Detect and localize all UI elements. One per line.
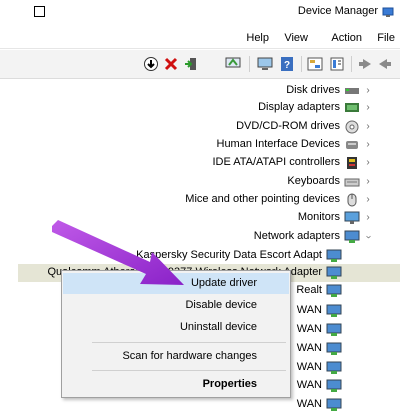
menu-item-label: Update driver: [190, 277, 257, 289]
chevron-right-icon[interactable]: ›: [364, 140, 372, 150]
menu-view[interactable]: View: [284, 32, 308, 44]
tree-item-label: WAN: [296, 342, 322, 354]
tree-item-label: Human Interface Devices: [216, 138, 341, 150]
update-driver-icon[interactable]: [224, 55, 242, 73]
svg-text:?: ?: [284, 60, 290, 71]
computer-scan-icon[interactable]: [256, 55, 274, 73]
device-manager-icon: [382, 7, 394, 17]
hid-icon: [346, 141, 358, 149]
tree-item-label: WAN: [296, 379, 322, 391]
menu-item-label: Scan for hardware changes: [122, 350, 257, 362]
tree-item-label: DVD/CD-ROM drives: [236, 120, 340, 132]
network-adapter-icon: [326, 398, 342, 411]
network-adapter-icon: [326, 304, 342, 317]
disk-drive-icon: [345, 88, 359, 94]
tree-item-disk-drives[interactable]: › Disk drives: [0, 82, 400, 100]
properties-icon[interactable]: [328, 55, 346, 73]
window-title: Device Manager: [297, 5, 378, 17]
menu-item-label: Disable device: [185, 299, 257, 311]
menu-item-properties[interactable]: Properties: [63, 374, 289, 395]
toolbar-separator: [351, 56, 352, 72]
chevron-right-icon[interactable]: ›: [364, 177, 372, 187]
tree-item-mice[interactable]: › Mice and other pointing devices: [0, 191, 400, 209]
menu-help[interactable]: Help: [246, 32, 269, 44]
menu-separator: [92, 342, 286, 343]
delete-icon[interactable]: [162, 55, 180, 73]
tree-item-label: WAN: [296, 304, 322, 316]
tree-item-label: Mice and other pointing devices: [185, 193, 340, 205]
enable-device-icon[interactable]: [182, 55, 200, 73]
menu-item-scan-hardware[interactable]: Scan for hardware changes: [63, 346, 289, 367]
menu-item-disable-device[interactable]: Disable device: [63, 295, 289, 316]
tree-item-label: WAN: [296, 398, 322, 410]
network-adapter-icon: [326, 342, 342, 355]
network-adapter-icon: [326, 323, 342, 336]
tree-item-label: WAN: [296, 323, 322, 335]
chevron-right-icon[interactable]: ›: [364, 213, 372, 223]
tree-item-label: Network adapters: [253, 230, 340, 242]
toolbar-separator: [301, 56, 302, 72]
tree-item-network-adapters[interactable]: › Network adapters: [0, 228, 400, 246]
back-arrow-icon[interactable]: [376, 55, 394, 73]
tree-item-wan[interactable]: WAN: [0, 396, 400, 414]
mouse-icon: [347, 193, 357, 207]
network-adapter-icon: [344, 230, 360, 243]
menu-item-label: Properties: [202, 378, 257, 390]
chevron-right-icon[interactable]: ›: [364, 158, 372, 168]
forward-arrow-icon[interactable]: [356, 55, 374, 73]
menu-item-uninstall-device[interactable]: Uninstall device: [63, 317, 289, 338]
tree-item-label: WAN: [296, 361, 322, 373]
tree-item-human-interface-devices[interactable]: › Human Interface Devices: [0, 136, 400, 154]
chevron-right-icon[interactable]: ›: [364, 122, 372, 132]
menu-item-label: Uninstall device: [179, 321, 257, 333]
menu-separator: [92, 370, 286, 371]
title-bar: Device Manager: [0, 0, 400, 26]
tree-item-label: Monitors: [297, 211, 340, 223]
ide-controller-icon: [347, 157, 357, 169]
tree-item-label: Keyboards: [287, 175, 340, 187]
network-adapter-icon: [326, 379, 342, 392]
menu-action[interactable]: Action: [331, 32, 362, 44]
tree-item-keyboards[interactable]: › Keyboards: [0, 173, 400, 191]
chevron-right-icon[interactable]: ›: [364, 195, 372, 205]
tree-item-label: Realt: [296, 284, 322, 296]
chevron-right-icon[interactable]: ›: [364, 86, 372, 96]
tree-item-label: Kaspersky Security Data Escort Adapt: [136, 249, 322, 261]
tree-item-monitors[interactable]: › Monitors: [0, 209, 400, 227]
tree-item-label: IDE ATA/ATAPI controllers: [212, 156, 340, 168]
tree-view-icon[interactable]: [306, 55, 324, 73]
tree-item-display-adapters[interactable]: › Display adapters: [0, 99, 400, 117]
chevron-right-icon[interactable]: ›: [364, 103, 372, 113]
tree-item-kaspersky-adapter[interactable]: Kaspersky Security Data Escort Adapt: [0, 247, 400, 265]
network-adapter-icon: [326, 361, 342, 374]
chevron-down-icon[interactable]: ›: [363, 233, 374, 241]
tree-item-label: Display adapters: [258, 101, 340, 113]
tree-item-ide-controllers[interactable]: › IDE ATA/ATAPI controllers: [0, 154, 400, 172]
tree-item-dvd-cd-rom-drives[interactable]: › DVD/CD-ROM drives: [0, 118, 400, 136]
menu-bar: File Action View Help: [0, 28, 400, 49]
menu-file[interactable]: File: [377, 32, 395, 44]
network-adapter-icon: [326, 249, 342, 262]
keyboard-icon: [344, 178, 360, 187]
dvd-drive-icon: [345, 120, 359, 134]
context-menu: Update driver Disable device Uninstall d…: [61, 270, 291, 398]
maximize-button[interactable]: [34, 6, 45, 17]
network-adapter-icon: [326, 284, 342, 297]
monitor-icon: [344, 211, 360, 224]
tree-item-label: Disk drives: [286, 84, 340, 96]
display-adapter-icon: [345, 103, 359, 112]
network-adapter-icon: [326, 266, 342, 279]
help-icon[interactable]: ?: [278, 55, 296, 73]
download-icon[interactable]: [142, 55, 160, 73]
toolbar-separator: [249, 56, 250, 72]
toolbar: ?: [0, 50, 400, 79]
menu-item-update-driver[interactable]: Update driver: [63, 273, 289, 294]
